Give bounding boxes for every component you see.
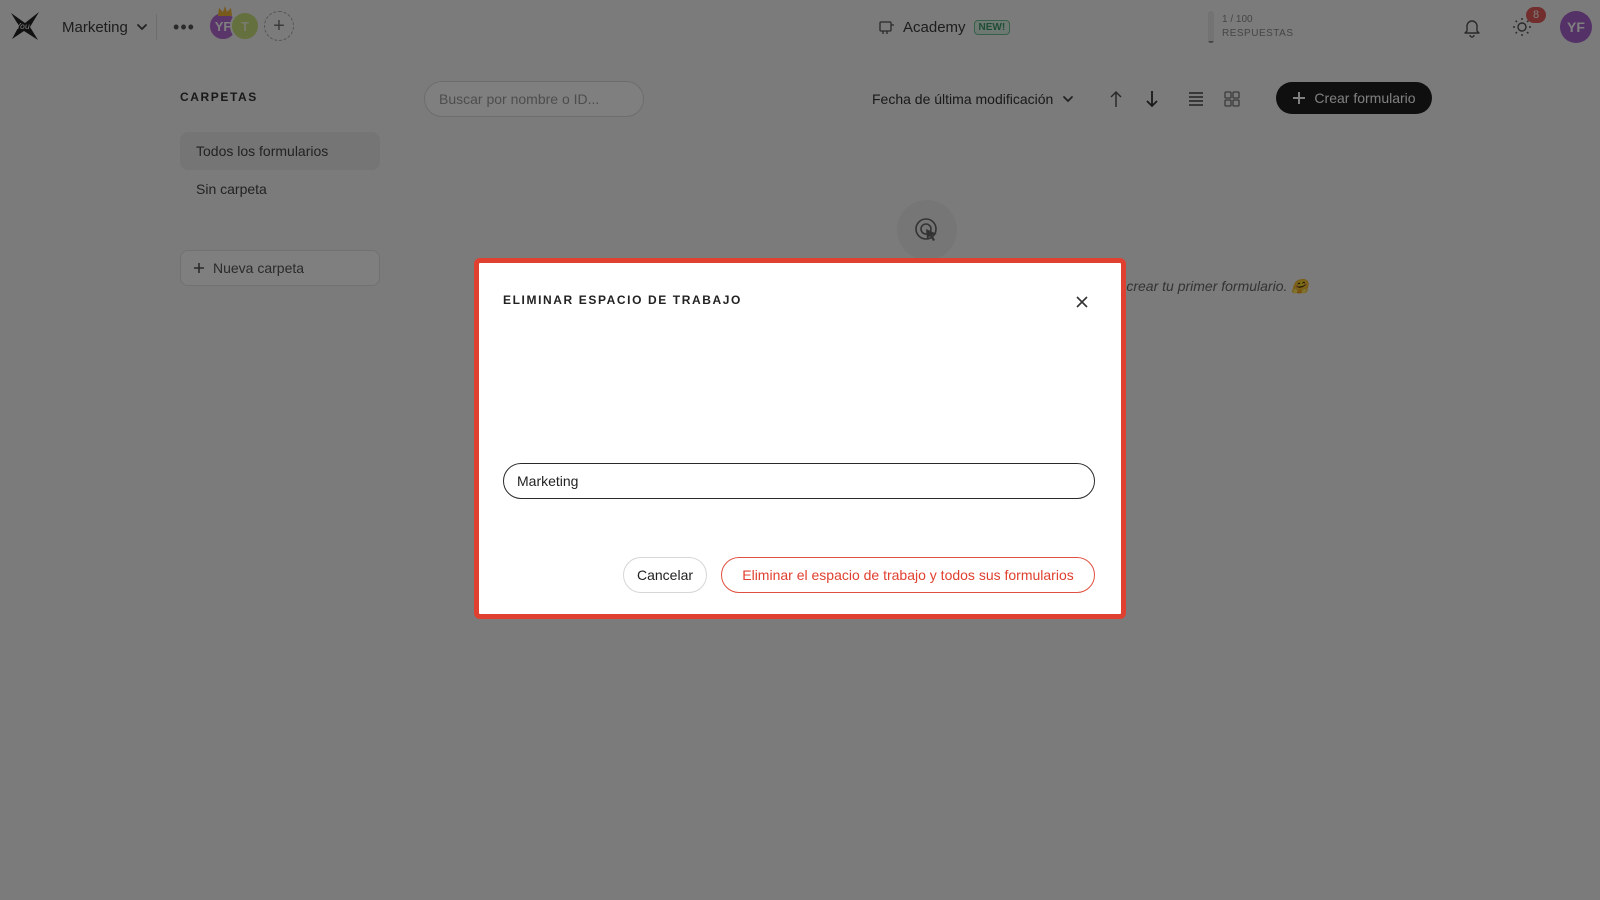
delete-workspace-dialog: ELIMINAR ESPACIO DE TRABAJO Cancelar Eli… xyxy=(485,269,1115,608)
workspace-name-confirm-input[interactable] xyxy=(503,463,1095,499)
delete-workspace-dialog-highlight: ELIMINAR ESPACIO DE TRABAJO Cancelar Eli… xyxy=(474,258,1126,619)
close-button[interactable] xyxy=(1071,291,1093,313)
delete-workspace-button[interactable]: Eliminar el espacio de trabajo y todos s… xyxy=(721,557,1095,593)
cancel-button[interactable]: Cancelar xyxy=(623,557,708,593)
close-icon xyxy=(1076,296,1088,308)
dialog-title: ELIMINAR ESPACIO DE TRABAJO xyxy=(503,293,742,307)
